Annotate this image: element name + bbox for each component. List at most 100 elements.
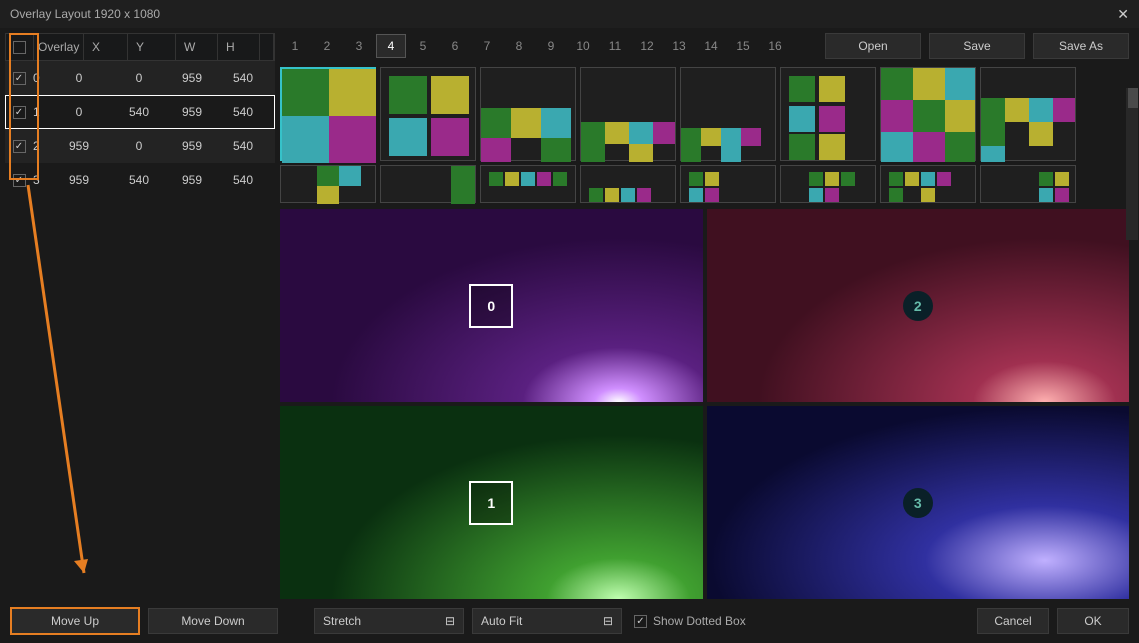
preset-tabs: 12345678910111213141516 xyxy=(280,34,790,58)
row-checkbox[interactable]: ✓ xyxy=(13,174,26,187)
preset-tab-14[interactable]: 14 xyxy=(696,34,726,58)
save-button[interactable]: Save xyxy=(929,33,1025,59)
preview-cell-0[interactable]: 0 xyxy=(280,209,703,402)
preset-tab-13[interactable]: 13 xyxy=(664,34,694,58)
layout-template-row2-6[interactable] xyxy=(880,165,976,203)
move-down-button[interactable]: Move Down xyxy=(148,608,278,634)
table-row[interactable]: ✓ 2 959 0 959 540 xyxy=(5,129,275,163)
layout-template-row1-1[interactable] xyxy=(380,67,476,161)
preset-tab-11[interactable]: 11 xyxy=(600,34,630,58)
layout-template-row2-1[interactable] xyxy=(380,165,476,203)
template-scrollbar[interactable] xyxy=(1126,88,1138,240)
row-y: 0 xyxy=(111,139,167,153)
footer: Move Up Move Down Stretch⊟ Auto Fit⊟ ✓ S… xyxy=(0,603,1139,639)
layout-template-row1-2[interactable] xyxy=(480,67,576,161)
preset-tab-6[interactable]: 6 xyxy=(440,34,470,58)
preview-cell-2[interactable]: 2 xyxy=(707,209,1130,402)
layout-template-row1-0[interactable] xyxy=(280,67,376,161)
row-x: 959 xyxy=(47,173,111,187)
row-w: 959 xyxy=(167,173,217,187)
preset-tab-15[interactable]: 15 xyxy=(728,34,758,58)
row-x: 0 xyxy=(47,105,111,119)
row-x: 959 xyxy=(47,139,111,153)
table-body: ✓ 0 0 0 959 540✓ 1 0 540 959 540✓ 2 959 … xyxy=(5,61,275,598)
header-w[interactable]: W xyxy=(176,34,218,60)
row-h: 540 xyxy=(217,139,269,153)
row-x: 0 xyxy=(47,71,111,85)
layout-template-row2-2[interactable] xyxy=(480,165,576,203)
row-w: 959 xyxy=(167,139,217,153)
show-dotted-checkbox[interactable]: ✓ xyxy=(634,615,647,628)
row-h: 540 xyxy=(217,71,269,85)
table-row[interactable]: ✓ 0 0 0 959 540 xyxy=(5,61,275,95)
layout-template-row2-5[interactable] xyxy=(780,165,876,203)
header-y[interactable]: Y xyxy=(128,34,176,60)
row-y: 540 xyxy=(111,173,167,187)
layout-template-row1-3[interactable] xyxy=(580,67,676,161)
template-scrollbar-thumb[interactable] xyxy=(1128,88,1138,108)
preview-label-2: 2 xyxy=(903,291,933,321)
preset-tab-5[interactable]: 5 xyxy=(408,34,438,58)
right-panel: 12345678910111213141516 Open Save Save A… xyxy=(280,28,1139,603)
preset-tab-10[interactable]: 10 xyxy=(568,34,598,58)
layout-template-row1-7[interactable] xyxy=(980,67,1076,161)
overlay-table-panel: Overlay X Y W H ✓ 0 0 0 959 540✓ 1 0 540… xyxy=(0,28,280,603)
layout-template-row2-4[interactable] xyxy=(680,165,776,203)
layout-template-row2-7[interactable] xyxy=(980,165,1076,203)
row-h: 540 xyxy=(217,105,269,119)
row-index: 1 xyxy=(33,105,47,119)
layout-template-row1-4[interactable] xyxy=(680,67,776,161)
table-row[interactable]: ✓ 1 0 540 959 540 xyxy=(5,95,275,129)
preview-label-3: 3 xyxy=(903,488,933,518)
preset-tab-16[interactable]: 16 xyxy=(760,34,790,58)
table-row[interactable]: ✓ 3 959 540 959 540 xyxy=(5,163,275,197)
row-w: 959 xyxy=(167,71,217,85)
show-dotted-label: Show Dotted Box xyxy=(653,614,746,628)
row-checkbox[interactable]: ✓ xyxy=(13,106,26,119)
header-overlay[interactable]: Overlay xyxy=(34,34,84,60)
preview-cell-3[interactable]: 3 xyxy=(707,406,1130,599)
header-checkbox[interactable] xyxy=(13,41,26,54)
row-h: 540 xyxy=(217,173,269,187)
layout-template-row1-5[interactable] xyxy=(780,67,876,161)
save-as-button[interactable]: Save As xyxy=(1033,33,1129,59)
table-header: Overlay X Y W H xyxy=(5,33,275,61)
layout-templates xyxy=(280,67,1129,203)
chevron-icon: ⊟ xyxy=(445,614,455,628)
row-index: 2 xyxy=(33,139,47,153)
preset-tab-4[interactable]: 4 xyxy=(376,34,406,58)
row-checkbox[interactable]: ✓ xyxy=(13,72,26,85)
preview-label-1: 1 xyxy=(469,481,513,525)
header-x[interactable]: X xyxy=(84,34,128,60)
header-h[interactable]: H xyxy=(218,34,260,60)
cancel-button[interactable]: Cancel xyxy=(977,608,1049,634)
row-y: 0 xyxy=(111,71,167,85)
preset-tab-12[interactable]: 12 xyxy=(632,34,662,58)
row-index: 3 xyxy=(33,173,47,187)
row-y: 540 xyxy=(111,105,167,119)
move-up-button[interactable]: Move Up xyxy=(10,607,140,635)
preset-tab-7[interactable]: 7 xyxy=(472,34,502,58)
preview-label-0: 0 xyxy=(469,284,513,328)
preset-tab-9[interactable]: 9 xyxy=(536,34,566,58)
row-checkbox[interactable]: ✓ xyxy=(13,140,26,153)
stretch-dropdown[interactable]: Stretch⊟ xyxy=(314,608,464,634)
preview-cell-1[interactable]: 1 xyxy=(280,406,703,599)
preview-area: 0 2 1 3 xyxy=(280,209,1129,599)
chevron-icon: ⊟ xyxy=(603,614,613,628)
layout-template-row1-6[interactable] xyxy=(880,67,976,161)
layout-template-row2-0[interactable] xyxy=(280,165,376,203)
title-bar: Overlay Layout 1920 x 1080 ✕ xyxy=(0,0,1139,28)
row-index: 0 xyxy=(33,71,47,85)
preset-tab-2[interactable]: 2 xyxy=(312,34,342,58)
window-title: Overlay Layout 1920 x 1080 xyxy=(10,7,160,21)
open-button[interactable]: Open xyxy=(825,33,921,59)
preset-tab-1[interactable]: 1 xyxy=(280,34,310,58)
layout-template-row2-3[interactable] xyxy=(580,165,676,203)
autofit-dropdown[interactable]: Auto Fit⊟ xyxy=(472,608,622,634)
row-w: 959 xyxy=(167,105,217,119)
ok-button[interactable]: OK xyxy=(1057,608,1129,634)
preset-tab-8[interactable]: 8 xyxy=(504,34,534,58)
preset-tab-3[interactable]: 3 xyxy=(344,34,374,58)
close-icon[interactable]: ✕ xyxy=(1117,6,1129,23)
